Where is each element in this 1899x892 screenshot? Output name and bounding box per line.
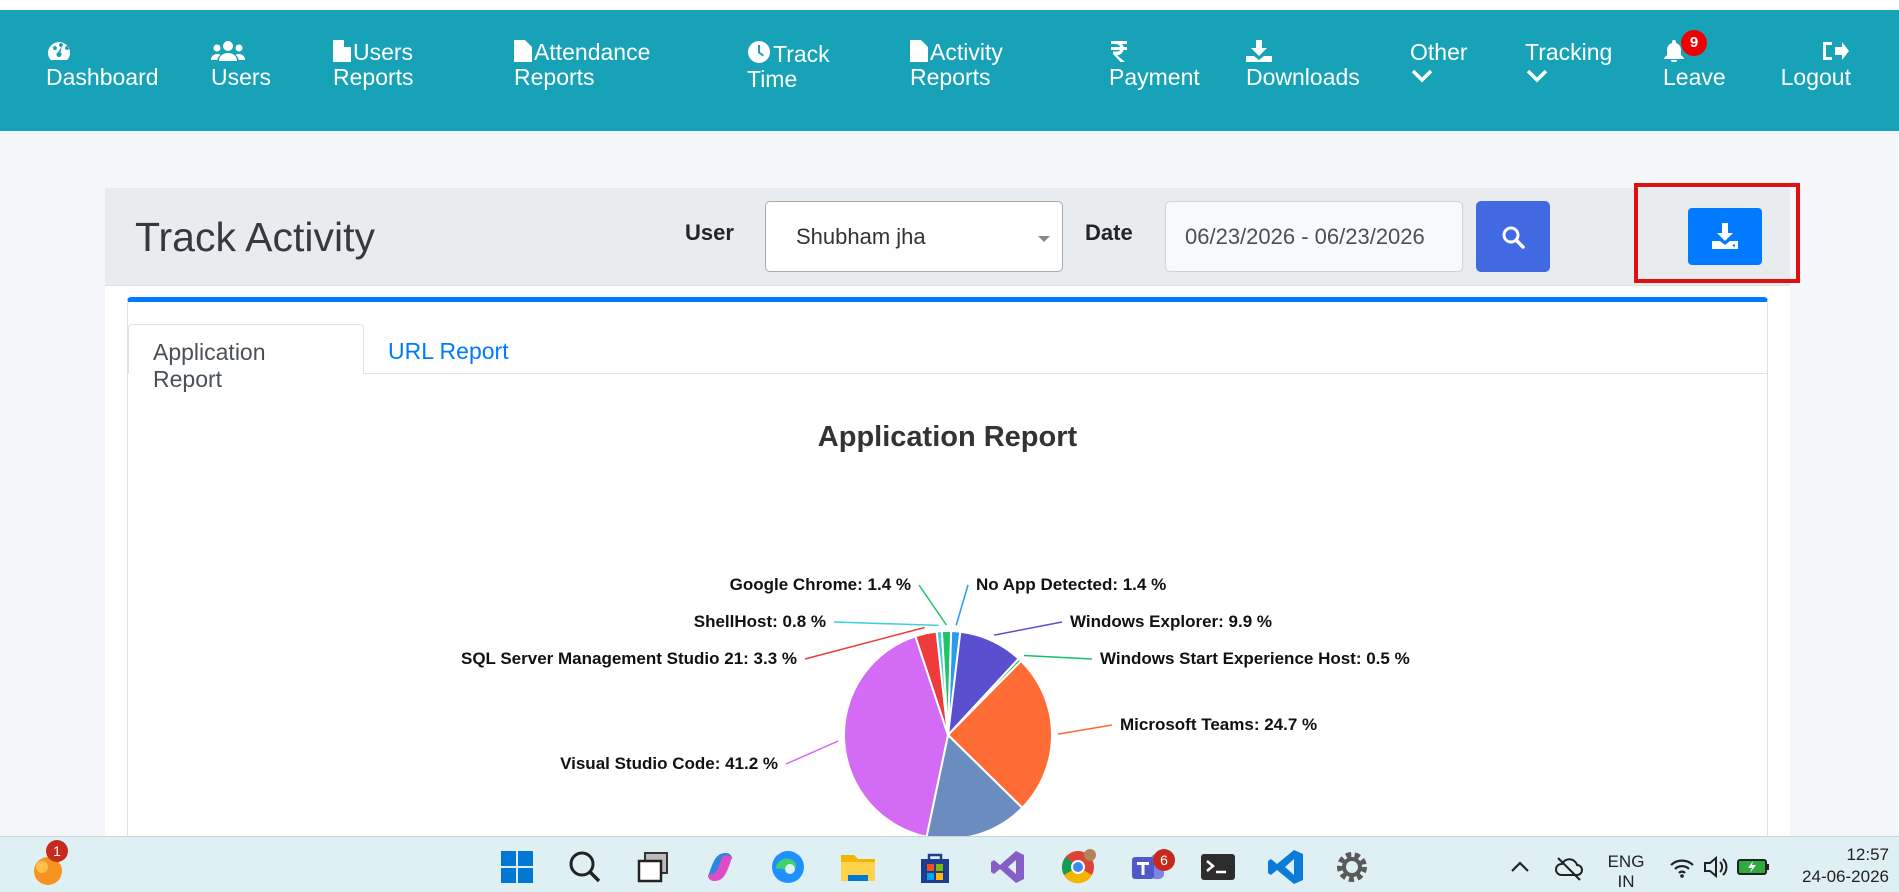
report-tabs: Application Report URL Report xyxy=(128,302,1767,392)
user-label: User xyxy=(685,220,734,245)
user-select-value: Shubham jha xyxy=(796,224,926,249)
nav-tracking-label: Tracking xyxy=(1525,39,1613,65)
system-clock[interactable]: 12:57 24-06-2026 xyxy=(1802,844,1889,888)
teams-badge: 6 xyxy=(1153,849,1175,871)
tab-application-report[interactable]: Application Report xyxy=(128,324,364,392)
download-report-button[interactable] xyxy=(1688,208,1762,265)
caret-down-icon xyxy=(1038,236,1050,242)
nav-track-label-2: Time xyxy=(747,66,798,92)
nav-attendance-reports[interactable]: Attendance Reports xyxy=(514,40,650,90)
nav-track-time[interactable]: Track Time xyxy=(747,40,830,92)
nav-track-label-1: Track xyxy=(773,41,830,67)
nav-activity-label-1: Activity xyxy=(930,39,1003,65)
nav-activity-label-2: Reports xyxy=(910,64,991,90)
clock-time: 12:57 xyxy=(1846,845,1889,864)
terminal-icon[interactable] xyxy=(1198,847,1238,887)
chrome-browser-icon[interactable] xyxy=(1058,847,1098,887)
nav-attendance-label-1: Attendance xyxy=(534,39,651,65)
region-code: IN xyxy=(1617,872,1635,891)
nav-other-dropdown[interactable]: Other xyxy=(1410,40,1468,84)
visual-studio-icon[interactable] xyxy=(988,847,1028,887)
tab-url-report[interactable]: URL Report xyxy=(364,324,533,374)
windows-taskbar: 1 6 ENG IN 12:57 24-06-2026 xyxy=(0,836,1899,892)
nav-logout[interactable]: Logout xyxy=(1780,40,1851,90)
card-header: Track Activity User Shubham jha Date 06/… xyxy=(105,183,1800,286)
nav-tracking-dropdown[interactable]: Tracking xyxy=(1525,40,1612,84)
search-icon[interactable] xyxy=(565,847,605,887)
date-label: Date xyxy=(1085,220,1133,245)
chevron-up-icon[interactable] xyxy=(1507,847,1533,887)
settings-gear-icon[interactable] xyxy=(1332,847,1372,887)
battery-charging-icon[interactable] xyxy=(1736,847,1770,887)
file-icon xyxy=(514,40,532,62)
sign-out-icon xyxy=(1823,40,1849,62)
nav-users-reports[interactable]: Users Reports xyxy=(333,40,414,90)
nav-users-reports-label-1: Users xyxy=(353,39,414,65)
search-button[interactable] xyxy=(1476,201,1550,272)
search-icon xyxy=(1502,226,1525,249)
user-select[interactable]: Shubham jha xyxy=(765,201,1063,272)
download-icon xyxy=(1246,40,1272,62)
file-icon xyxy=(910,40,928,62)
nav-payment[interactable]: Payment xyxy=(1109,40,1200,90)
nav-payment-label: Payment xyxy=(1109,64,1200,90)
clock-date: 24-06-2026 xyxy=(1802,867,1889,886)
wifi-icon[interactable] xyxy=(1668,847,1696,887)
rupee-icon xyxy=(1109,40,1129,62)
nav-dashboard-label: Dashboard xyxy=(46,64,159,90)
nav-users-label: Users xyxy=(211,64,272,90)
users-group-icon xyxy=(211,40,245,62)
download-icon xyxy=(1712,223,1738,249)
widgets-badge: 1 xyxy=(46,840,68,862)
chevron-down-icon xyxy=(1526,69,1548,83)
language-code: ENG xyxy=(1607,852,1645,871)
nav-other-label: Other xyxy=(1410,39,1468,65)
nav-activity-reports[interactable]: Activity Reports xyxy=(910,40,1003,90)
leave-badge: 9 xyxy=(1681,30,1707,56)
report-panel: Application Report URL Report Applicatio… xyxy=(127,297,1768,892)
top-border xyxy=(0,0,1899,10)
task-view-icon[interactable] xyxy=(633,847,673,887)
nav-logout-label: Logout xyxy=(1780,64,1851,90)
chart-title: Application Report xyxy=(817,421,1078,453)
microsoft-store-icon[interactable] xyxy=(915,847,955,887)
chevron-down-icon xyxy=(1411,69,1433,83)
edge-browser-icon[interactable] xyxy=(768,847,808,887)
date-range-input[interactable]: 06/23/2026 - 06/23/2026 xyxy=(1165,201,1463,272)
nav-dashboard[interactable]: Dashboard xyxy=(46,40,159,90)
page-title: Track Activity xyxy=(135,214,375,260)
track-activity-card: Track Activity User Shubham jha Date 06/… xyxy=(105,183,1800,892)
copilot-icon[interactable] xyxy=(700,847,740,887)
nav-attendance-label-2: Reports xyxy=(514,64,595,90)
file-explorer-icon[interactable] xyxy=(838,847,878,887)
language-indicator[interactable]: ENG IN xyxy=(1604,852,1648,892)
file-icon xyxy=(333,40,351,62)
vscode-icon[interactable] xyxy=(1266,847,1306,887)
nav-users[interactable]: Users xyxy=(211,40,271,90)
nav-users-reports-label-2: Reports xyxy=(333,64,414,90)
volume-icon[interactable] xyxy=(1702,847,1730,887)
windows-start-icon[interactable] xyxy=(497,847,537,887)
nav-downloads-label: Downloads xyxy=(1246,64,1360,90)
cloud-offline-icon[interactable] xyxy=(1553,847,1585,887)
dashboard-gauge-icon xyxy=(46,40,72,62)
clock-icon xyxy=(747,40,771,63)
nav-leave-label: Leave xyxy=(1663,64,1726,90)
top-navbar: Dashboard Users Users Reports Attendance… xyxy=(0,10,1899,131)
nav-leave[interactable]: 9 Leave xyxy=(1663,30,1726,90)
nav-downloads[interactable]: Downloads xyxy=(1246,40,1360,90)
